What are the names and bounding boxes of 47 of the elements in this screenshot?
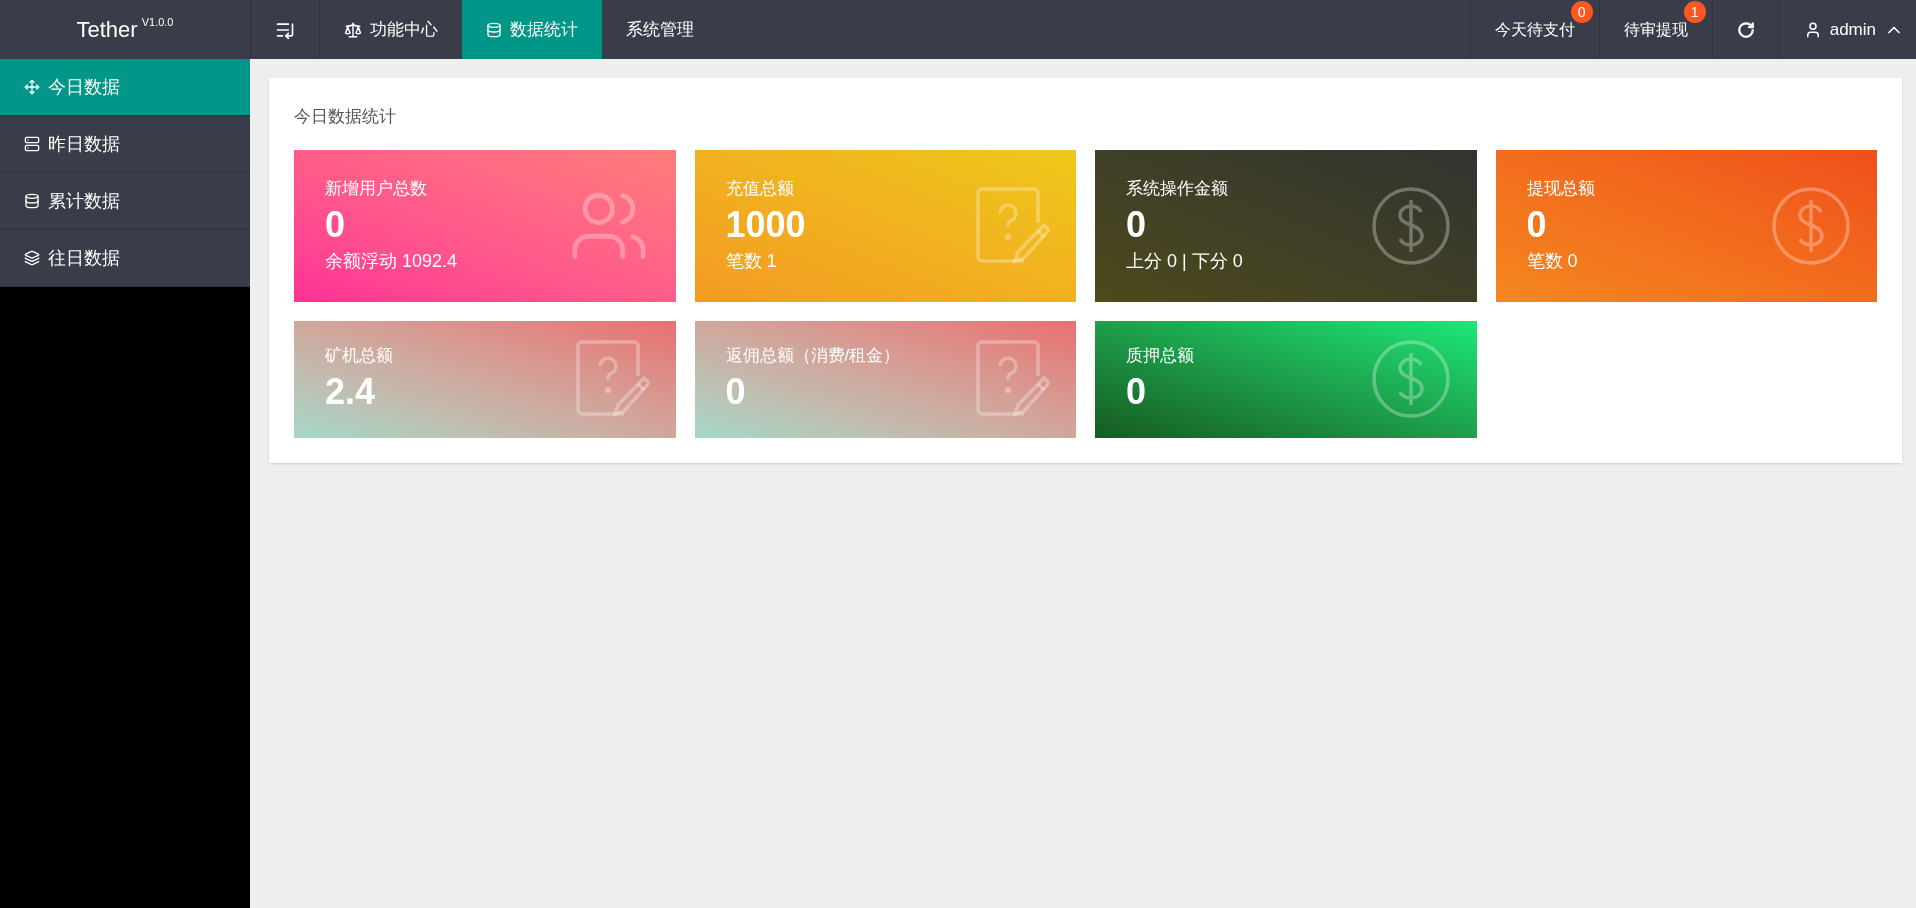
- version-label: V1.0.0: [141, 15, 174, 30]
- stat-value: 0: [1526, 202, 1548, 247]
- dollar-circle-icon: [1370, 339, 1451, 419]
- stat-label: 系统操作金额: [1126, 178, 1229, 201]
- dollar-circle-icon: [1370, 185, 1451, 266]
- stat-label: 新增用户总数: [325, 178, 428, 201]
- stat-value: 0: [1126, 202, 1148, 247]
- header-link[interactable]: 今天待支付 0: [1469, 0, 1599, 59]
- stat-label: 矿机总额: [325, 345, 393, 368]
- stat-label: 充值总额: [725, 178, 795, 201]
- nav-tab[interactable]: 功能中心: [320, 0, 462, 59]
- database-icon: [24, 193, 40, 209]
- stat-value: 1000: [725, 202, 806, 247]
- menu-toggle[interactable]: [250, 0, 320, 59]
- user-menu[interactable]: admin: [1778, 0, 1916, 59]
- stat-value: 0: [325, 202, 347, 247]
- nav-tab[interactable]: 数据统计: [462, 0, 602, 59]
- note-pencil-icon: [974, 338, 1050, 420]
- server-icon: [24, 136, 40, 152]
- nav-tab[interactable]: 系统管理: [602, 0, 718, 59]
- refresh-icon: [1736, 20, 1755, 39]
- sidebar-item[interactable]: 往日数据: [0, 230, 250, 287]
- count-badge: 0: [1570, 1, 1593, 23]
- header-link[interactable]: 待审提现 1: [1598, 0, 1712, 59]
- brand-name: Tether: [76, 16, 138, 44]
- stat-value: 0: [1126, 369, 1148, 414]
- stat-detail: 余额浮动 1092.4: [325, 249, 458, 273]
- stat-detail: 上分 0 | 下分 0: [1126, 249, 1243, 273]
- count-badge: 1: [1683, 1, 1706, 23]
- stat-detail: 笔数 1: [725, 249, 778, 273]
- sidebar-item[interactable]: 今日数据: [0, 59, 250, 116]
- panel-title: 今日数据统计: [294, 106, 397, 128]
- note-pencil-icon: [974, 184, 1050, 267]
- stat-detail: 笔数 0: [1526, 249, 1579, 273]
- move-arrows-icon: [24, 79, 40, 95]
- note-pencil-icon: [573, 338, 650, 420]
- stat-label: 返佣总额（消费/租金）: [725, 345, 901, 368]
- stat-value: 0: [725, 369, 747, 414]
- stat-value: 2.4: [325, 369, 377, 414]
- scale-icon: [344, 20, 362, 39]
- sidebar-item[interactable]: 昨日数据: [0, 116, 250, 173]
- stat-label: 提现总额: [1526, 178, 1595, 201]
- stat-label: 质押总额: [1126, 345, 1194, 368]
- sidebar-item[interactable]: 累计数据: [0, 173, 250, 230]
- database-icon: [486, 21, 502, 38]
- dollar-circle-icon: [1771, 185, 1851, 266]
- layers-icon: [24, 250, 40, 266]
